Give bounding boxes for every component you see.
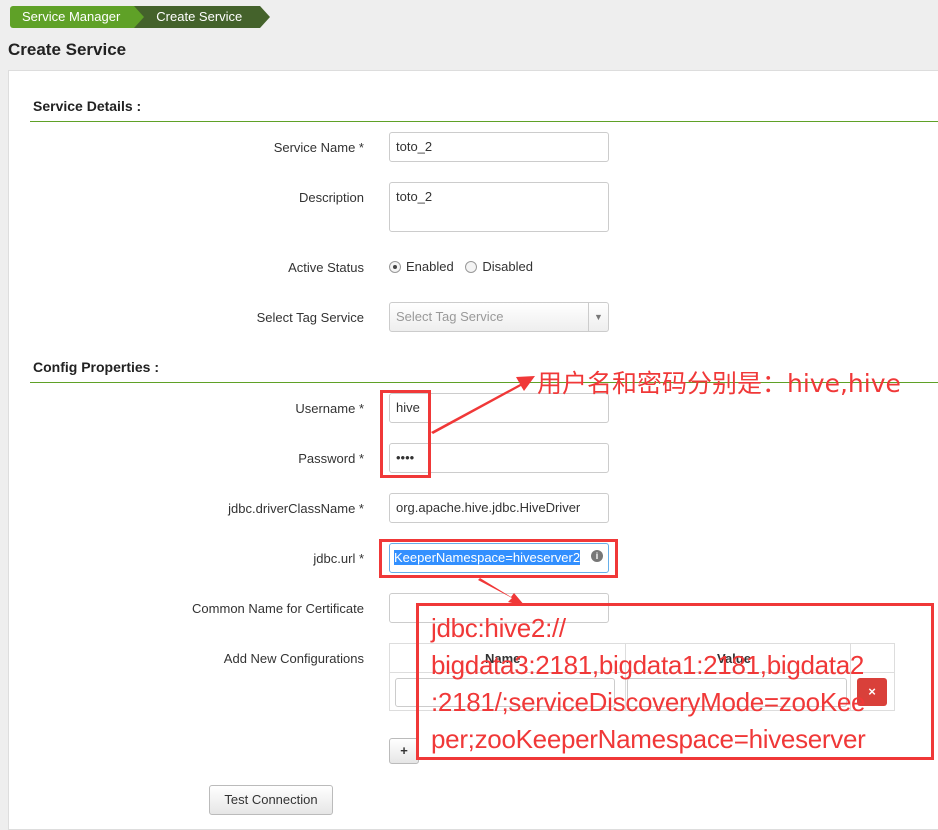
arrow-icon: [478, 578, 525, 606]
annotation-url-line: jdbc:hive2://: [431, 613, 566, 643]
annotation-url-text-box: jdbc:hive2:// bigdata3:2181,bigdata1:218…: [416, 603, 934, 760]
annotation-url-line: bigdata3:2181,bigdata1:2181,bigdata2: [431, 650, 865, 680]
annotation-url-text: jdbc:hive2:// bigdata3:2181,bigdata1:218…: [431, 610, 931, 758]
annotation-url-line: per;zooKeeperNamespace=hiveserver: [431, 724, 866, 754]
annotation-url-line: :2181/;serviceDiscoveryMode=zooKee: [431, 687, 866, 717]
arrow-icon: [431, 376, 535, 434]
annotation-credentials-text: 用户名和密码分别是：hive,hive: [537, 369, 901, 398]
